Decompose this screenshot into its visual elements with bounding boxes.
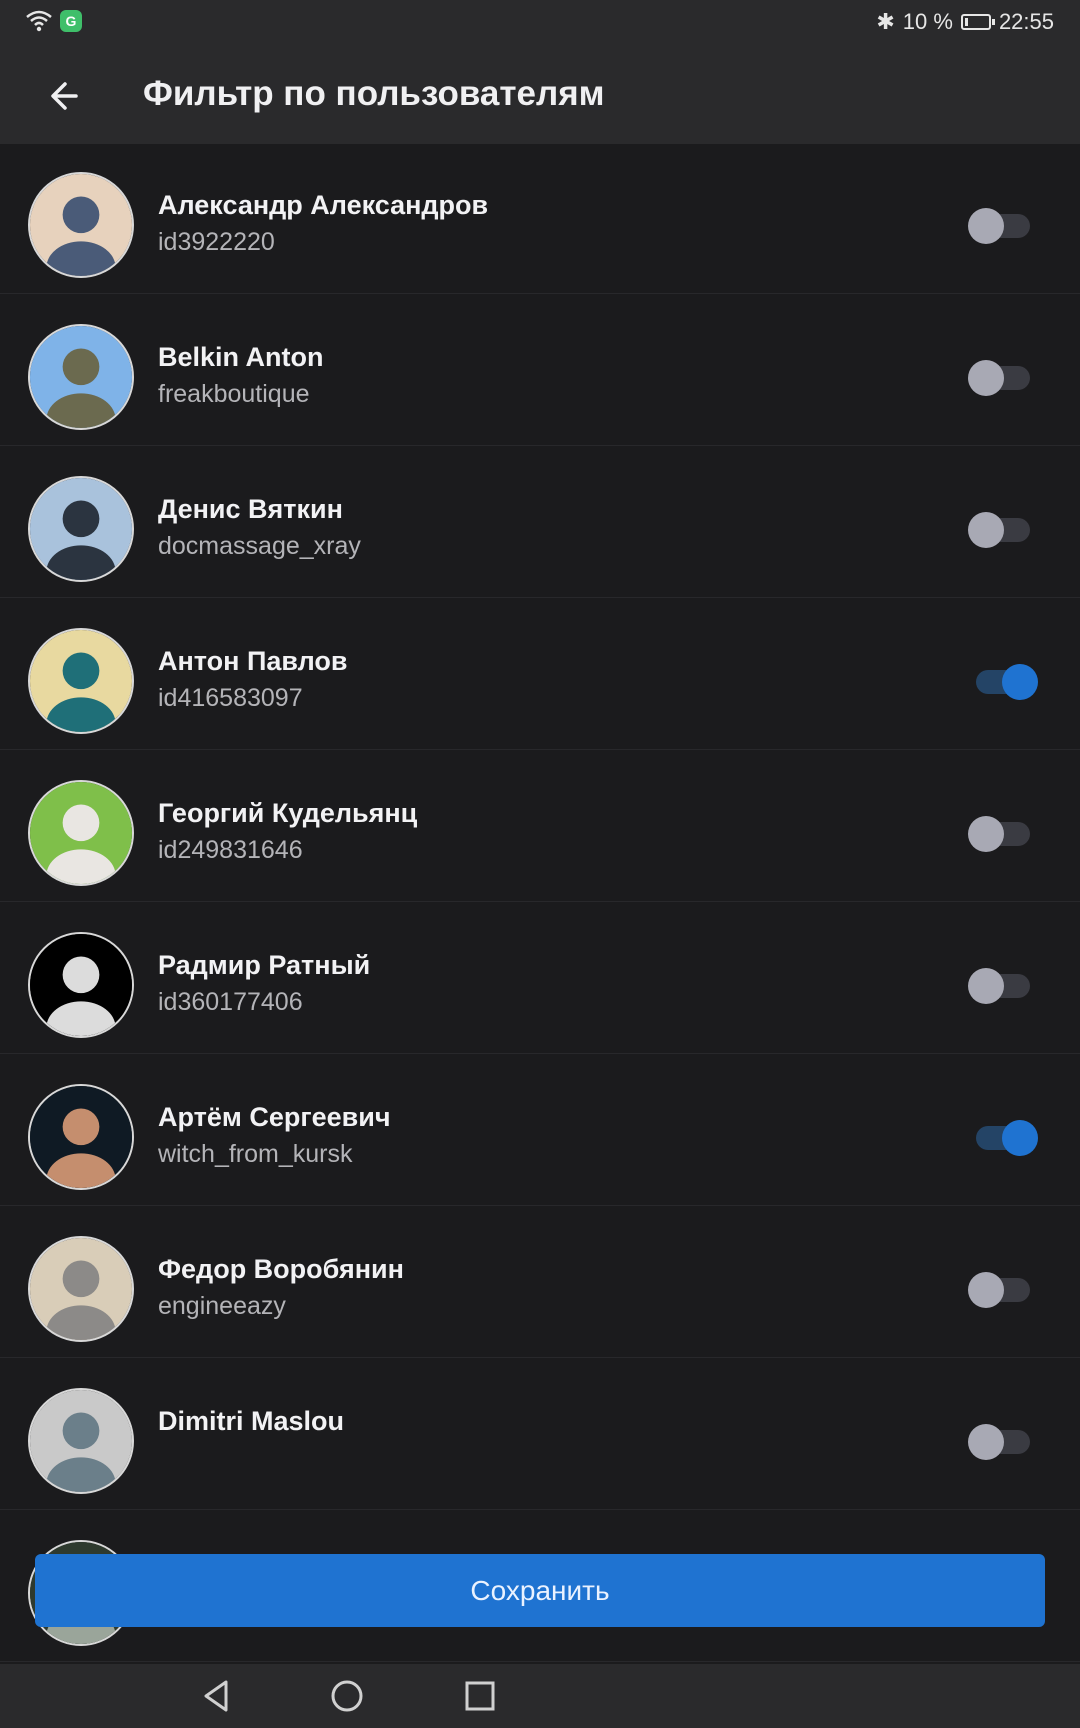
status-bar: G ✱ 10 % 22:55 [0,0,1080,44]
user-name: Александр Александров [158,190,489,220]
user-filter-toggle[interactable] [968,1120,1038,1156]
avatar [28,932,134,1038]
back-arrow-icon[interactable] [40,70,92,122]
user-list: Олег Карюкinfections31Александр Александ… [0,0,1080,1662]
user-row[interactable]: Belkin Anton freakboutique [0,294,1080,446]
page-title: Фильтр по пользователям [143,74,605,113]
user-handle: id249831646 [158,836,303,864]
avatar [28,1236,134,1342]
user-name: Георгий Кудельянц [158,798,418,828]
user-name: Радмир Ратный [158,950,371,980]
user-handle: witch_from_kursk [158,1140,353,1168]
user-name: Belkin Anton [158,342,324,372]
user-row[interactable]: Георгий Кудельянц id249831646 [0,750,1080,902]
user-row[interactable]: Dimitri Maslou [0,1358,1080,1510]
user-handle: freakboutique [158,380,310,408]
user-filter-toggle[interactable] [968,968,1032,1004]
user-row[interactable]: Артём Сергеевич witch_from_kursk [0,1054,1080,1206]
avatar [28,628,134,734]
user-filter-toggle[interactable] [968,1272,1032,1308]
user-row[interactable]: Радмир Ратный id360177406 [0,902,1080,1054]
wifi-icon [26,10,52,32]
user-row[interactable]: Денис Вяткин docmassage_xray [0,446,1080,598]
system-nav-bar [0,1664,1080,1728]
user-filter-toggle[interactable] [968,1424,1032,1460]
avatar [28,1084,134,1190]
save-button[interactable]: Сохранить [35,1554,1045,1627]
user-filter-toggle[interactable] [968,816,1032,852]
avatar [28,780,134,886]
nav-recents-icon[interactable] [462,1678,498,1714]
user-row[interactable]: Федор Воробянин engineeazy [0,1206,1080,1358]
app-notification-icon: G [60,10,82,32]
battery-percent: 10 % [902,9,953,34]
user-handle: engineeazy [158,1292,286,1320]
battery-icon [960,14,995,30]
bluetooth-icon: ✱ [876,9,895,34]
user-row[interactable]: Антон Павлов id416583097 [0,598,1080,750]
nav-home-icon[interactable] [329,1678,365,1714]
user-handle: id3922220 [158,228,275,256]
user-name: Антон Павлов [158,646,348,676]
avatar [28,1388,134,1494]
user-handle: id360177406 [158,988,303,1016]
toolbar: Фильтр по пользователям [0,44,1080,144]
avatar [28,324,134,430]
user-handle: id416583097 [158,684,303,712]
user-filter-toggle[interactable] [968,360,1032,396]
clock: 22:55 [998,9,1054,34]
user-filter-toggle[interactable] [968,664,1038,700]
user-handle: docmassage_xray [158,532,361,560]
user-name: Артём Сергеевич [158,1102,391,1132]
user-row[interactable]: Александр Александров id3922220 [0,142,1080,294]
nav-back-icon[interactable] [198,1678,234,1714]
user-filter-toggle[interactable] [968,512,1032,548]
user-name: Федор Воробянин [158,1254,404,1284]
avatar [28,172,134,278]
user-name: Dimitri Maslou [158,1406,345,1436]
avatar [28,476,134,582]
user-name: Денис Вяткин [158,494,343,524]
user-filter-toggle[interactable] [968,208,1032,244]
